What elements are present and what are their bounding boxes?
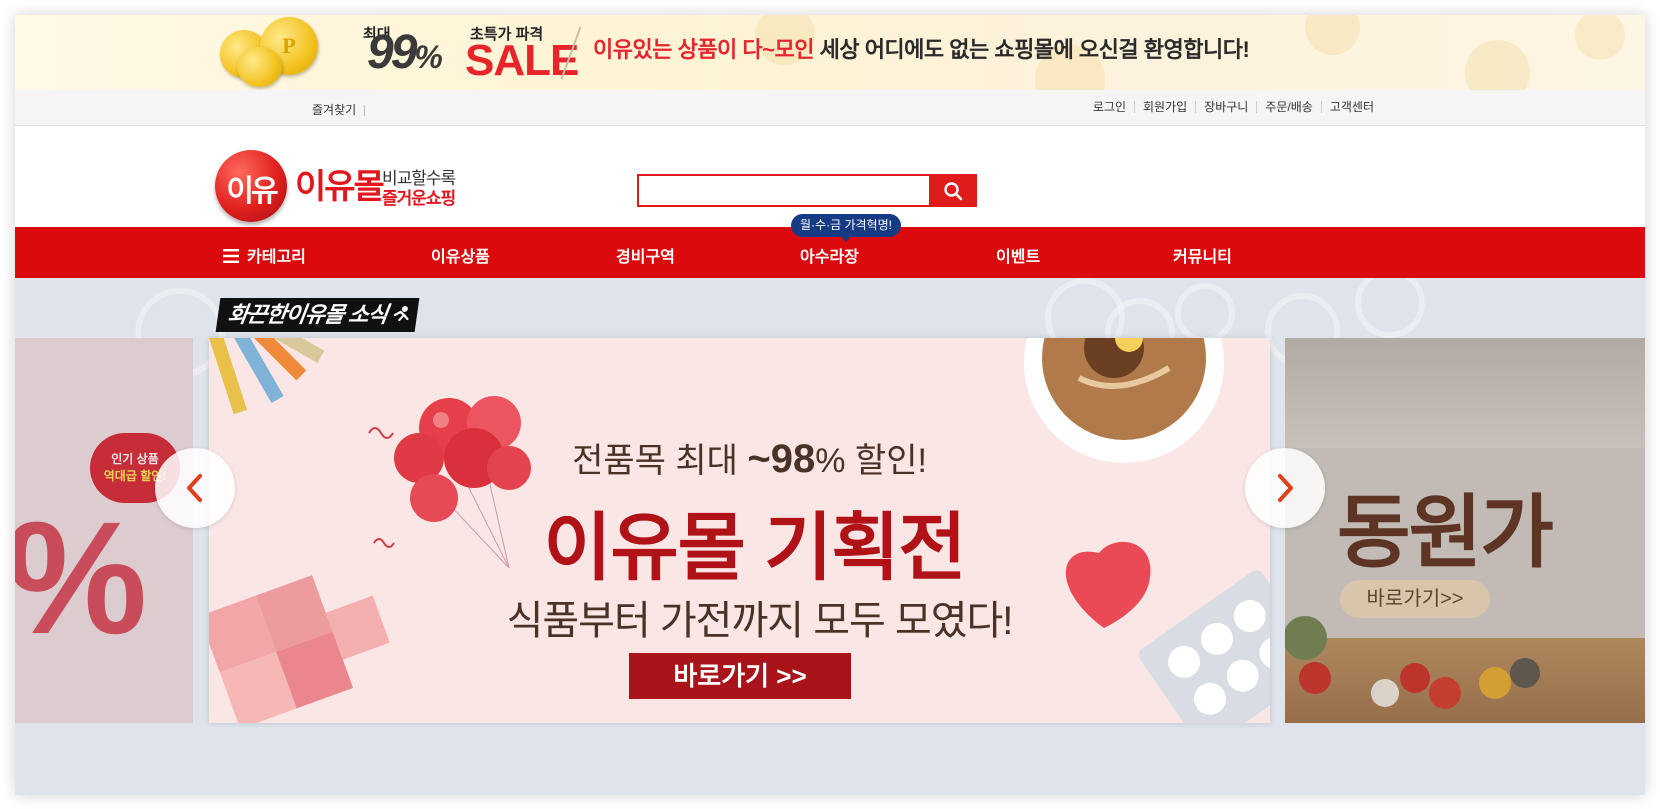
promo-message-text: 세상 어디에도 없는 쇼핑몰에 오신걸 환영합니다! — [813, 37, 1250, 62]
nav-category[interactable]: 카테고리 — [223, 243, 306, 267]
background-coin — [1305, 15, 1360, 55]
login-link[interactable]: 로그인 — [1085, 101, 1134, 113]
chevron-right-icon — [1278, 474, 1293, 502]
search-button[interactable] — [929, 174, 977, 207]
search-icon — [944, 181, 963, 200]
logo-tagline-2: 즐거운쇼핑 — [382, 189, 456, 208]
carousel-slide-current[interactable]: 전품목 최대 ~98% 할인! 이유몰 기획전 식품부터 가전까지 모두 모였다… — [209, 338, 1270, 723]
cart-link[interactable]: 장바구니 — [1195, 101, 1256, 113]
nav-category-label: 카테고리 — [247, 249, 306, 266]
background-coin — [1575, 15, 1625, 60]
slide-cta-button[interactable]: 바로가기 >> — [629, 653, 851, 699]
watermark-logo — [1355, 278, 1425, 338]
menu-icon — [223, 249, 239, 263]
promo-message: 이유있는 상품이 다~모인 세상 어디에도 없는 쇼핑몰에 오신걸 환영합니다! — [593, 32, 1250, 64]
promo-message-highlight: 이유있는 상품이 다~모인 — [593, 37, 814, 62]
logo-emblem[interactable]: 이유 — [215, 150, 287, 222]
customer-center-link[interactable]: 고객센터 — [1320, 101, 1382, 113]
nav-tooltip-badge: 월·수·금 가격혁명! — [791, 214, 901, 242]
search-input[interactable] — [637, 174, 929, 207]
nav-security-zone[interactable]: 경비구역 — [616, 243, 675, 267]
slide-headline: 이유몰 기획전 — [543, 506, 966, 589]
news-section: 화끈한이유몰 소식 인기 상품 역대급 할인! % 전품목 최대 ~98% 할인… — [15, 278, 1645, 795]
page-frame: P 최대 99% 초특가 파격 SALE 이유있는 상품이 다~모인 세상 어디… — [15, 15, 1645, 795]
chevron-left-icon — [187, 474, 202, 502]
nav-community[interactable]: 커뮤니티 — [1173, 243, 1232, 267]
nav-event[interactable]: 이벤트 — [996, 243, 1040, 267]
carousel-slide-next[interactable]: 동원가 바로가기>> — [1285, 338, 1645, 723]
separator — [364, 105, 366, 117]
nav-iyu-products[interactable]: 이유상품 — [431, 243, 490, 267]
search-box — [637, 174, 977, 207]
promo-percent: 99% — [367, 26, 443, 79]
slide-dim-overlay — [1285, 338, 1645, 723]
slide-subtitle: 식품부터 가전까지 모두 모였다! — [506, 599, 1014, 643]
slide-discount-line: 전품목 최대 ~98% 할인! — [572, 437, 927, 481]
gold-coin-icon — [237, 47, 282, 87]
utility-bar: 즐겨찾기 로그인 회원가입 장바구니 주문/배송 고객센터 — [15, 90, 1645, 126]
carousel-next-button[interactable] — [1245, 448, 1325, 528]
watermark-logo — [1175, 283, 1235, 343]
order-delivery-link[interactable]: 주문/배송 — [1256, 101, 1321, 113]
top-promo-banner[interactable]: P 최대 99% 초특가 파격 SALE 이유있는 상품이 다~모인 세상 어디… — [15, 15, 1645, 90]
account-links: 로그인 회원가입 장바구니 주문/배송 고객센터 — [1085, 101, 1382, 113]
bookmark-link[interactable]: 즐겨찾기 — [312, 103, 356, 117]
logo-name[interactable]: 이유몰 — [295, 159, 385, 208]
background-coin — [1465, 40, 1530, 90]
news-section-title: 화끈한이유몰 소식 — [215, 298, 420, 332]
nav-asurajang[interactable]: 아수라장 — [800, 243, 859, 267]
signup-link[interactable]: 회원가입 — [1133, 101, 1195, 113]
carousel-slide-prev[interactable]: 인기 상품 역대급 할인! % — [15, 338, 193, 723]
carousel-prev-button[interactable] — [155, 448, 235, 528]
slide-dim-overlay — [15, 338, 193, 723]
running-icon — [393, 306, 409, 322]
